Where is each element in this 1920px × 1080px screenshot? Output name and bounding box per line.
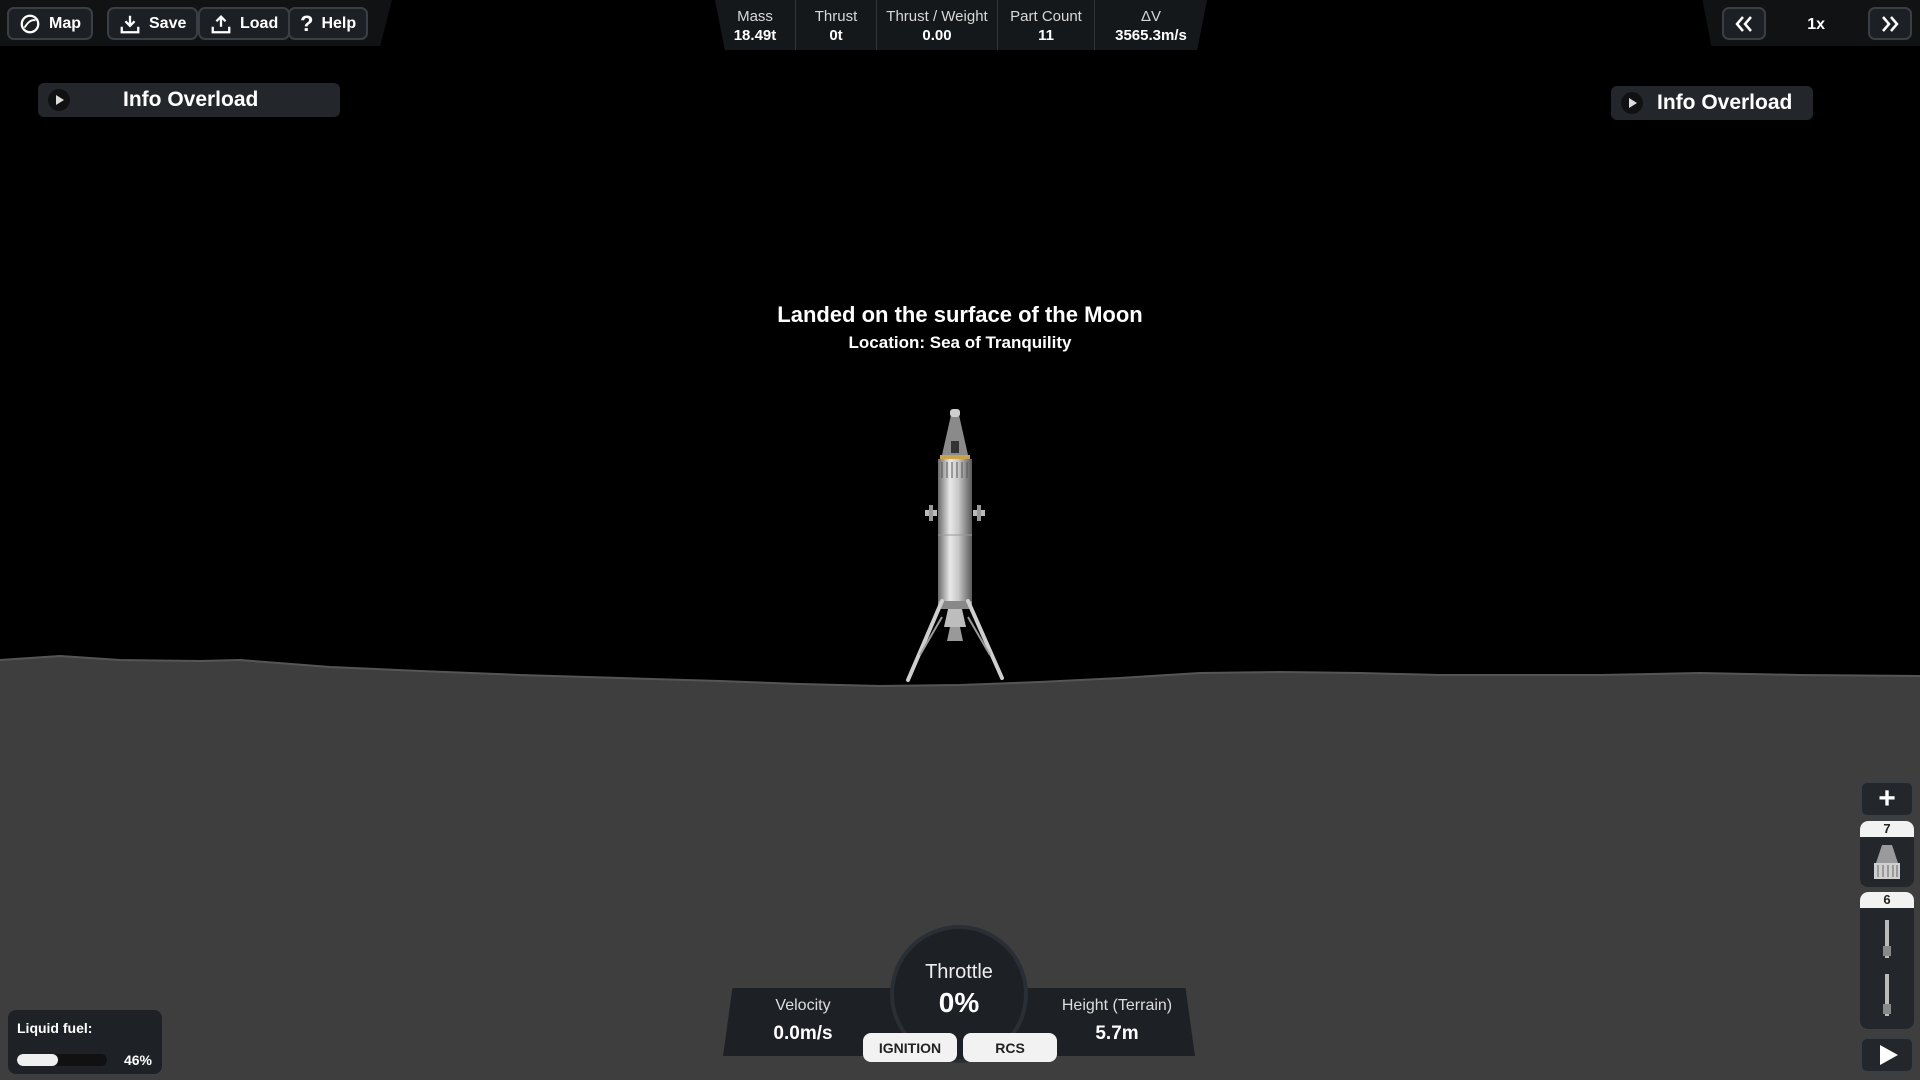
stat-label: Mass [737,8,773,25]
globe-icon [20,14,40,33]
rewind-button[interactable] [1722,7,1766,40]
play-icon [48,89,70,111]
landed-message: Landed on the surface of the Moon [777,302,1143,327]
info-overload-label: Info Overload [123,88,259,111]
throttle-label: Throttle [925,961,993,983]
info-overload-label: Info Overload [1657,91,1793,114]
info-overload-left[interactable]: Info Overload [38,83,340,117]
stat-thrust: Thrust 0t [796,0,877,50]
stat-delta-v: ΔV 3565.3m/s [1095,0,1207,50]
save-label: Save [149,14,187,32]
stat-value: 0.00 [922,27,952,44]
stat-label: Part Count [1010,8,1082,25]
map-button[interactable]: Map [7,7,93,40]
add-stage-button[interactable]: + [1860,781,1914,817]
velocity-value: 0.0m/s [773,1023,833,1044]
download-icon [120,15,140,33]
height-value: 5.7m [1095,1023,1139,1044]
height-label: Height (Terrain) [1061,997,1173,1014]
fuel-panel: Liquid fuel: 46% [8,1010,162,1074]
stat-thrust-weight: Thrust / Weight 0.00 [877,0,998,50]
stat-value: 18.49t [733,27,777,44]
stage-6[interactable]: 6 [1860,892,1914,1029]
height-readout: Height (Terrain) 5.7m [1042,997,1192,1045]
load-button[interactable]: Load [198,7,291,40]
activate-stage-button[interactable] [1860,1037,1914,1073]
question-icon: ? [300,10,314,36]
load-label: Load [240,14,279,32]
velocity-readout: Velocity 0.0m/s [728,997,878,1045]
stat-value: 11 [1038,27,1054,44]
stat-label: Thrust [814,8,858,25]
stage-number: 7 [1860,821,1914,837]
landing-leg-icon [1883,920,1891,1016]
stat-label: ΔV [1140,8,1162,25]
help-label: Help [321,14,357,32]
location-message: Location: Sea of Tranquility [848,333,1072,352]
fuel-percent: 46% [123,1052,152,1068]
velocity-label: Velocity [775,997,831,1014]
stat-mass: Mass 18.49t [715,0,796,50]
stat-value: 0t [829,27,843,44]
stage-7[interactable]: 7 [1860,821,1914,887]
fuel-bar-fill [17,1054,59,1066]
upload-icon [211,14,231,33]
stat-value: 3565.3m/s [1115,27,1187,44]
stat-label: Thrust / Weight [886,8,988,25]
time-warp-speed: 1x [1807,16,1825,33]
fast-forward-button[interactable] [1868,7,1912,40]
rocket-lander [906,409,1004,682]
double-chevron-right-icon [1882,15,1899,32]
help-button[interactable]: ? Help [288,7,369,40]
throttle-value: 0% [938,987,980,1018]
stage-number: 6 [1860,892,1914,908]
info-overload-right[interactable]: Info Overload [1611,86,1813,120]
vehicle-stats-bar: Mass 18.49t Thrust 0t Thrust / Weight 0.… [715,0,1207,50]
stat-part-count: Part Count 11 [998,0,1095,50]
save-button[interactable]: Save [107,7,199,40]
rcs-button[interactable]: RCS [963,1033,1057,1062]
double-chevron-left-icon [1735,15,1752,32]
ignition-button[interactable]: IGNITION [863,1033,957,1062]
capsule-part-icon [1874,845,1900,879]
play-icon [1621,92,1643,114]
fuel-label: Liquid fuel: [17,1020,93,1036]
fuel-bar [17,1054,107,1066]
map-label: Map [49,14,81,32]
